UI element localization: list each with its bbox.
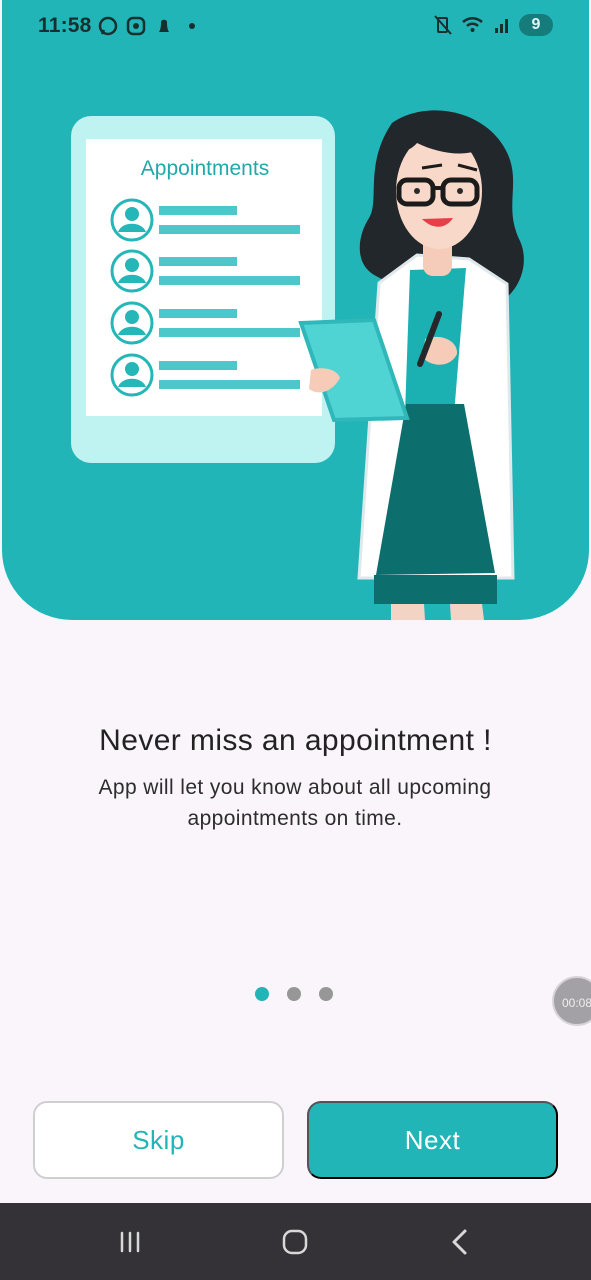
next-button[interactable]: Next [307,1101,558,1179]
onboarding-title: Never miss an appointment ! [99,724,492,757]
back-icon[interactable] [440,1225,480,1259]
page-dot-1[interactable] [255,987,269,1001]
android-status-bar: 11:58 9 [0,0,591,56]
description-line-2: appointments on time. [187,807,403,830]
status-time: 11:58 [38,14,92,37]
description-line-1: App will let you know about all upcoming [98,776,492,799]
onboarding-screen: Appointments 11:58 9 Never miss an appoi… [0,0,591,1280]
status-left-icons [97,15,195,37]
wifi-icon [462,17,483,32]
appointments-title: Appointments [141,157,269,180]
messenger-icon [126,16,146,36]
page-dot-3[interactable] [319,987,333,1001]
skip-button[interactable]: Skip [33,1101,284,1179]
status-right-icons: 9 [433,14,553,36]
doctor-clipboard-illustration: Appointments [71,110,524,620]
vibrate-muted-icon [434,15,452,35]
whatsapp-icon [98,16,118,36]
android-navigation-bar [0,1203,591,1280]
signal-icon [495,19,508,33]
snapchat-icon [159,19,169,32]
hero-illustration-panel: Appointments [2,0,589,620]
battery-charging-icon: 9 [519,14,553,36]
page-dot-2[interactable] [287,987,301,1001]
notification-dot-icon [189,23,195,29]
onboarding-page-indicator [255,987,333,1001]
onboarding-description: App will let you know about all upcoming… [75,772,515,834]
screen-recording-timer[interactable]: 00:08 [552,976,591,1026]
recent-apps-icon[interactable] [110,1225,150,1259]
home-icon[interactable] [275,1225,315,1259]
